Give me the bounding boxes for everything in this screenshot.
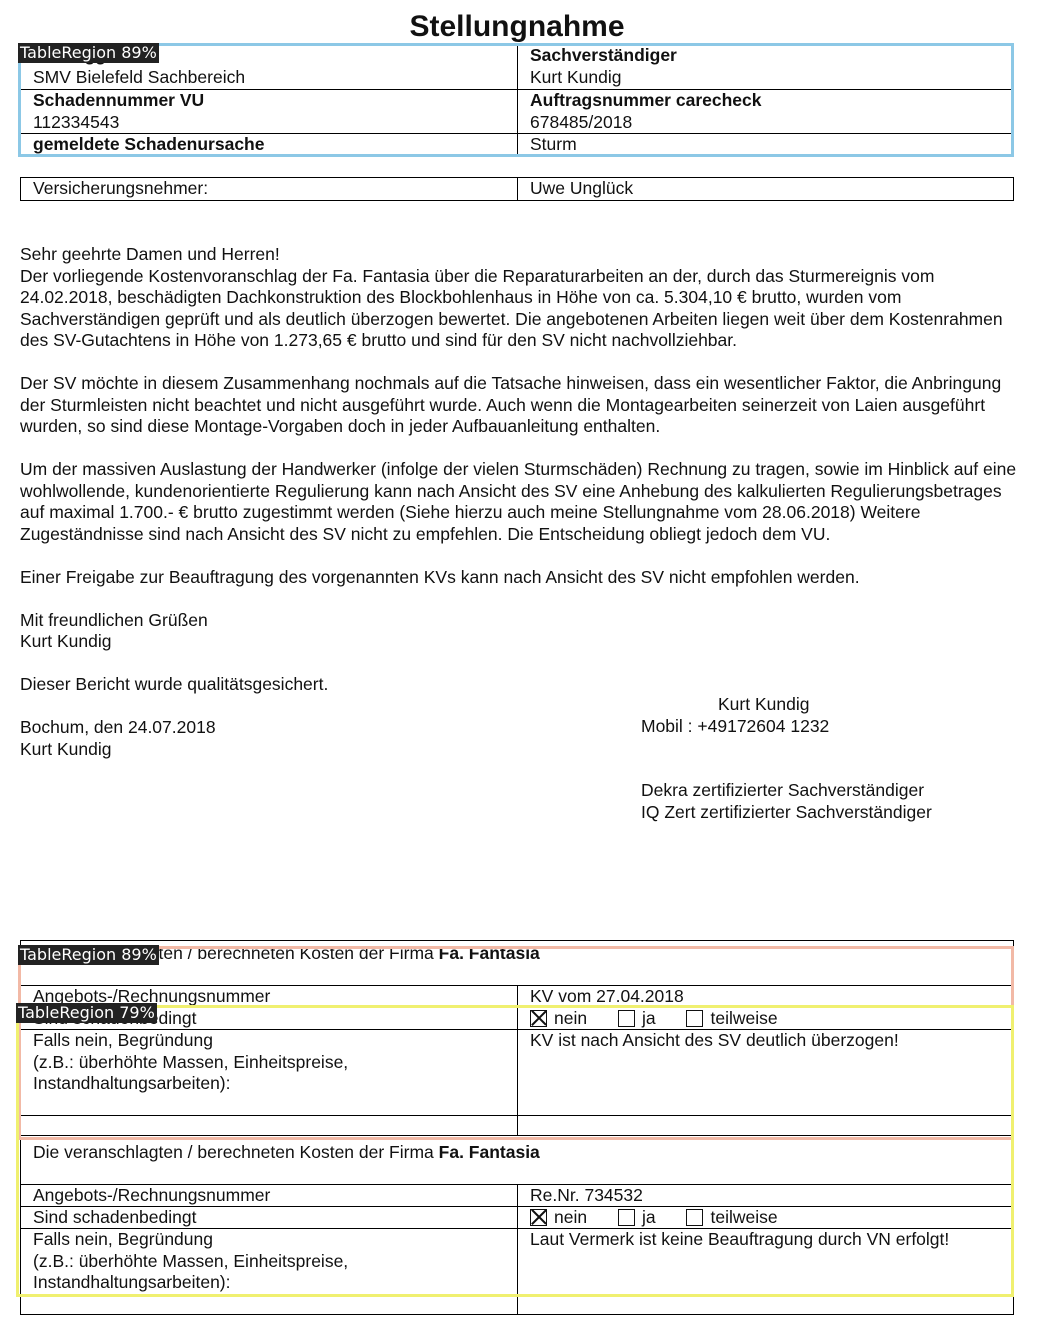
table-row: Falls nein, Begründung (z.B.: überhöhte … [21, 1228, 1013, 1294]
table-cell: gemeldete Schadenursache [21, 134, 517, 155]
expert-label: Sachverständiger [530, 45, 677, 65]
table-cell: Sachverständiger Kurt Kundig [517, 45, 1013, 89]
certification-2: IQ Zert zertifizierter Sachverständiger [641, 802, 932, 822]
reason-label: Falls nein, Begründung (z.B.: überhöhte … [21, 1030, 517, 1115]
reason-label-line: Falls nein, Begründung [33, 1229, 213, 1249]
heading-text: Die veranschlagten / berechneten Kosten … [33, 1142, 439, 1162]
qa-note: Dieser Bericht wurde qualitätsgesichert. [20, 674, 329, 694]
claim-number-value: 112334543 [33, 111, 120, 132]
checkbox-icon[interactable] [686, 1209, 704, 1227]
expert-value: Kurt Kundig [530, 66, 622, 87]
option-label: ja [641, 1207, 656, 1227]
cost-table-2: Die veranschlagten / berechneten Kosten … [20, 1139, 1014, 1315]
paragraph: Um der massiven Auslastung der Handwerke… [20, 459, 1017, 544]
order-number-label: Auftragsnummer carecheck [530, 90, 762, 110]
table-row: Schadennummer VU 112334543 Auftragsnumme… [21, 89, 1013, 133]
cause-value: Sturm [530, 134, 577, 154]
insured-value: Uwe Unglück [517, 178, 1013, 200]
insured-table: Versicherungsnehmer: Uwe Unglück [20, 177, 1014, 201]
table-row: Angebots-/Rechnungsnummer KV vom 27.04.2… [21, 985, 1013, 1007]
offer-label: Angebots-/Rechnungsnummer [33, 1185, 271, 1205]
paragraph: Einer Freigabe zur Beauftragung des vorg… [20, 566, 860, 587]
table-region-tag: TableRegion 89% [18, 43, 159, 63]
reason-label-line: (z.B.: überhöhte Massen, Einheitspreise, [33, 1250, 349, 1271]
checkbox-checked-icon[interactable] [530, 1209, 547, 1227]
certification-1: Dekra zertifizierter Sachverständiger [641, 780, 925, 800]
place-date: Bochum, den 24.07.2018 [20, 717, 216, 737]
table-row: gemeldete Schadenursache Sturm [21, 133, 1013, 155]
table-cell [21, 1295, 517, 1314]
company-name: Fa. Fantasia [438, 943, 540, 963]
damage-options: nein ja teilweise [517, 1008, 1013, 1029]
option-label: ja [641, 1008, 656, 1028]
option-label: nein [554, 1008, 588, 1028]
option-ja[interactable]: ja [617, 1008, 656, 1030]
insured-label: Versicherungsnehmer: [33, 178, 209, 198]
option-label: teilweise [710, 1008, 778, 1028]
cost-table-1: Die veranschlagten / berechneten Kosten … [20, 940, 1014, 1136]
option-label: nein [554, 1207, 588, 1227]
reason-value: Laut Vermerk ist keine Beauftragung durc… [517, 1229, 1013, 1294]
cost-table-heading: Die veranschlagten / berechneten Kosten … [21, 1140, 1013, 1184]
checkbox-icon[interactable] [686, 1010, 704, 1028]
salutation: Sehr geehrte Damen und Herren! [20, 244, 280, 264]
closing: Mit freundlichen Grüßen [20, 609, 208, 630]
table-region-tag: TableRegion 89% [18, 945, 159, 965]
damage-label: Sind schadenbedingt [33, 1207, 197, 1227]
contact-name: Kurt Kundig [718, 694, 810, 714]
table-cell: Auftragsnummer carecheck 678485/2018 [517, 90, 1013, 133]
table-row: Auftraggeber SMV Bielefeld Sachbereich S… [21, 45, 1013, 89]
order-number-value: 678485/2018 [530, 111, 633, 132]
cause-label: gemeldete Schadenursache [33, 134, 265, 154]
offer-value: KV vom 27.04.2018 [517, 986, 1013, 1007]
reason-label: Falls nein, Begründung (z.B.: überhöhte … [21, 1229, 517, 1294]
table-row [21, 1294, 1013, 1314]
reason-value: KV ist nach Ansicht des SV deutlich über… [517, 1030, 1013, 1115]
client-value: SMV Bielefeld Sachbereich [33, 66, 246, 87]
signer-name: Kurt Kundig [20, 738, 112, 759]
table-row: Sind schadenbedingt nein ja teilweise [21, 1007, 1013, 1029]
cost-table-heading: Die veranschlagten / berechneten Kosten … [21, 941, 1013, 985]
table-row: Sind schadenbedingt nein ja teilweise [21, 1206, 1013, 1228]
checkbox-checked-icon[interactable] [530, 1010, 547, 1028]
offer-value: Re.Nr. 734532 [517, 1185, 1013, 1206]
contact-mobile: Mobil : +49172604 1232 [641, 716, 830, 736]
option-ja[interactable]: ja [617, 1207, 656, 1229]
checkbox-icon[interactable] [617, 1209, 635, 1227]
page-title: Stellungnahme [409, 10, 625, 43]
company-name: Fa. Fantasia [438, 1142, 540, 1162]
claim-number-label: Schadennummer VU [33, 90, 205, 110]
table-cell [21, 1116, 517, 1135]
table-row [21, 1115, 1013, 1135]
paragraph: Der vorliegende Kostenvoranschlag der Fa… [20, 265, 1003, 351]
reason-label-line: (z.B.: überhöhte Massen, Einheitspreise, [33, 1051, 349, 1072]
table-cell: Schadennummer VU 112334543 [21, 90, 517, 133]
option-nein[interactable]: nein [530, 1008, 587, 1030]
damage-options: nein ja teilweise [517, 1207, 1013, 1228]
checkbox-icon[interactable] [617, 1010, 635, 1028]
paragraph: Der SV möchte in diesem Zusammenhang noc… [20, 373, 1002, 436]
table-row: Angebots-/Rechnungsnummer Re.Nr. 734532 [21, 1184, 1013, 1206]
option-teilweise[interactable]: teilweise [686, 1008, 778, 1030]
table-cell [517, 1116, 1013, 1135]
table-row: Falls nein, Begründung (z.B.: überhöhte … [21, 1029, 1013, 1115]
option-nein[interactable]: nein [530, 1207, 587, 1229]
table-cell [517, 1295, 1013, 1314]
reason-label-line: Instandhaltungsarbeiten): [33, 1073, 231, 1093]
header-table: Auftraggeber SMV Bielefeld Sachbereich S… [20, 44, 1014, 156]
table-cell: Sturm [517, 134, 1013, 155]
reason-label-line: Instandhaltungsarbeiten): [33, 1272, 231, 1292]
option-teilweise[interactable]: teilweise [686, 1207, 778, 1229]
letter-body: Sehr geehrte Damen und Herren! Der vorli… [20, 244, 1020, 760]
table-region-tag: TableRegion 79% [16, 1003, 157, 1023]
table-row: Versicherungsnehmer: Uwe Unglück [21, 178, 1013, 200]
option-label: teilweise [710, 1207, 778, 1227]
closing-name: Kurt Kundig [20, 631, 112, 651]
reason-label-line: Falls nein, Begründung [33, 1030, 213, 1050]
